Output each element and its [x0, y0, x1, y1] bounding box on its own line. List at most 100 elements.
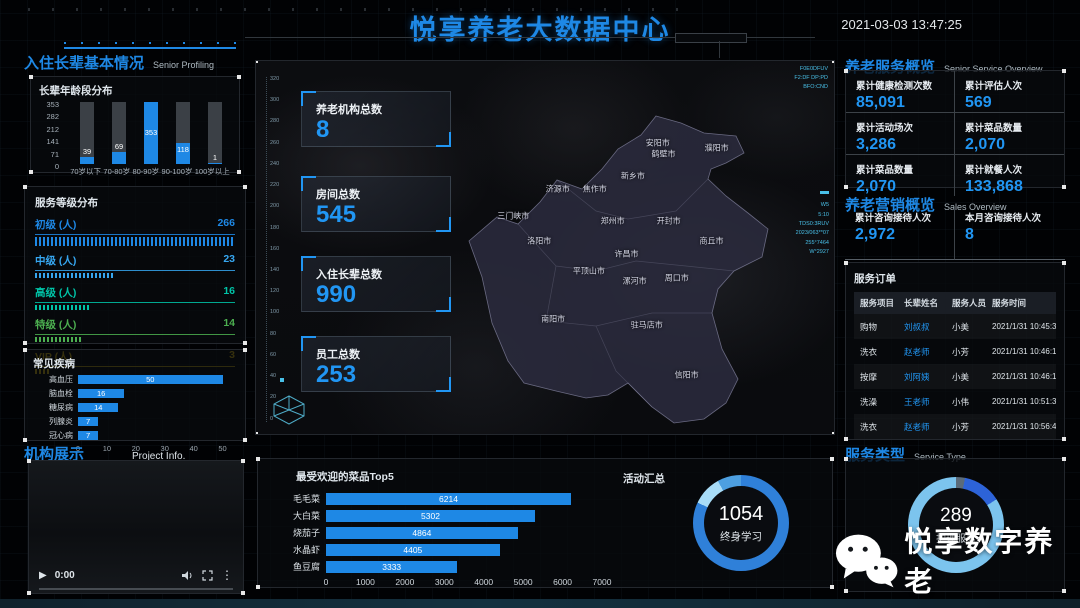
corner-handle [255, 60, 258, 63]
bar-track: 5302 [326, 510, 602, 522]
map-hud-right: W55:10TDS0:3RUV2023/063**07255°7464W°292… [796, 191, 829, 257]
level-dash-bar [35, 273, 115, 278]
level-dash-bar [35, 337, 83, 342]
stat-label: 累计评估人次 [965, 78, 1064, 92]
stat-label: 累计就餐人次 [965, 162, 1064, 176]
section-subtitle: Senior Profiling [153, 60, 214, 70]
level-label: 高级 (人) [35, 285, 76, 300]
service-level-panel: 服务等级分布 初级 (人)266中级 (人)23高级 (人)16特级 (人)14… [24, 186, 246, 344]
hud-text: 2023/063**07 [796, 229, 829, 238]
x-axis-tick: 40 [189, 444, 197, 453]
ruler-tick: 240 [270, 162, 279, 168]
level-value: 14 [223, 317, 235, 332]
overview-stat: 累计评估人次569 [955, 71, 1064, 113]
y-axis-tick: 0 [55, 162, 59, 171]
corner-handle [241, 591, 245, 595]
overview-stat: 累计菜品数量2,070 [955, 113, 1064, 155]
corner-handle [23, 341, 27, 345]
table-cell: 小芳 [946, 421, 986, 433]
bar-track: 3333 [326, 561, 602, 573]
bar-row: 列腺炎7 [33, 416, 237, 427]
ruler-tick: 40 [270, 374, 279, 380]
stat-value: 545 [302, 202, 450, 227]
x-axis-label: 100岁以上 [195, 166, 230, 177]
table-cell: 刘阿姨 [898, 371, 946, 383]
bar-row: 脑血栓16 [33, 388, 237, 399]
table-cell: 小美 [946, 371, 986, 383]
city-label: 南阳市 [541, 313, 565, 324]
corner-handle [256, 457, 260, 461]
level-line [35, 234, 235, 235]
table-cell: 购物 [854, 321, 898, 333]
video-progress-bar[interactable] [39, 588, 233, 590]
bar-group: 118 [173, 102, 193, 164]
service-level-row: 中级 (人)23 [35, 253, 235, 278]
ruler-tick: 220 [270, 183, 279, 189]
stat-value: 990 [302, 282, 450, 307]
header-decoration-box [675, 33, 747, 43]
column-header: 服务人员 [946, 297, 986, 309]
column-header: 长辈姓名 [898, 297, 946, 309]
corner-handle [243, 185, 247, 189]
corner-handle [27, 591, 31, 595]
bar-track: 6214 [326, 493, 602, 505]
bars-area: 39693531181 [71, 102, 231, 164]
x-axis-label: 90-100岁 [162, 166, 193, 177]
map-stat-card: 房间总数545 [301, 176, 451, 232]
bar-value: 39 [77, 147, 97, 156]
overview-stat: 累计健康检测次数85,091 [846, 71, 955, 113]
henan-map-panel[interactable]: 3203002802602402202001801601401201008060… [255, 60, 835, 435]
ruler-tick: 160 [270, 247, 279, 253]
city-label: 许昌市 [614, 248, 638, 259]
common-disease-panel: 常见疾病 高血压50脑血栓16糖尿病14列腺炎7冠心病7 01020304050 [24, 349, 246, 441]
ruler-tick: 280 [270, 119, 279, 125]
play-button[interactable]: ▶ [39, 570, 47, 581]
map-cursor-dot [280, 378, 284, 382]
bar-label: 毛毛菜 [272, 492, 326, 505]
table-cell: 刘叔叔 [898, 321, 946, 333]
level-label: 特级 (人) [35, 317, 76, 332]
stat-label: 累计菜品数量 [965, 120, 1064, 134]
video-menu-icon[interactable]: ⋮ [221, 568, 233, 582]
watermark-text: 悦享数字养老 [904, 520, 1080, 600]
fullscreen-icon[interactable] [202, 570, 213, 581]
service-overview-stats: 累计健康检测次数85,091累计评估人次569累计活动场次3,286累计菜品数量… [845, 70, 1065, 188]
bar-group: 1 [205, 102, 225, 164]
section-title: 入住长辈基本情况 [24, 55, 144, 72]
bar-label: 烧茄子 [272, 526, 326, 539]
x-axis-tick: 50 [218, 444, 226, 453]
hud-dash [820, 191, 829, 194]
donut-center: 1054 终身学习 [693, 475, 789, 571]
table-cell: 2021/1/31 10:51:31 [986, 397, 1056, 406]
y-axis-tick: 282 [46, 112, 59, 121]
corner-handle [27, 459, 31, 463]
table-row: 洗澡王老师小伟2021/1/31 10:51:31 [854, 389, 1056, 414]
hud-text: F0E0DFUV [794, 65, 828, 74]
x-axis-tick: 7000 [593, 577, 612, 587]
corner-handle [1062, 69, 1066, 73]
dashboard: 悦享养老大数据中心 2021-03-03 13:47:25 入住长辈基本情况Se… [0, 0, 1080, 608]
stat-label: 本月咨询接待人次 [965, 210, 1065, 224]
level-line [35, 334, 235, 335]
video-player[interactable]: ▶ 0:00 ⋮ [28, 460, 244, 594]
corner-handle [23, 348, 27, 352]
bar-track: 7 [78, 417, 237, 426]
city-label: 漯河市 [623, 275, 647, 286]
bar-row: 烧茄子4864 [272, 526, 602, 539]
bar-value: 6214 [439, 493, 458, 505]
volume-icon[interactable] [181, 570, 194, 581]
corner-handle [1062, 185, 1066, 189]
age-bar-chart: 07114121228235339693531181 [39, 102, 231, 164]
corner-handle [243, 341, 247, 345]
bar-value: 118 [173, 145, 193, 154]
corner-handle [844, 437, 848, 441]
stat-value: 8 [965, 226, 1065, 244]
stat-label: 累计咨询接待人次 [855, 210, 954, 224]
map-3d-cube-icon[interactable] [270, 394, 308, 426]
watermark: 悦享数字养老 [834, 520, 1080, 600]
row-head: 中级 (人)23 [35, 253, 235, 268]
ruler-tick: 100 [270, 310, 279, 316]
table-cell: 赵老师 [898, 421, 946, 433]
corner-handle [830, 457, 834, 461]
table-cell: 小芳 [946, 346, 986, 358]
